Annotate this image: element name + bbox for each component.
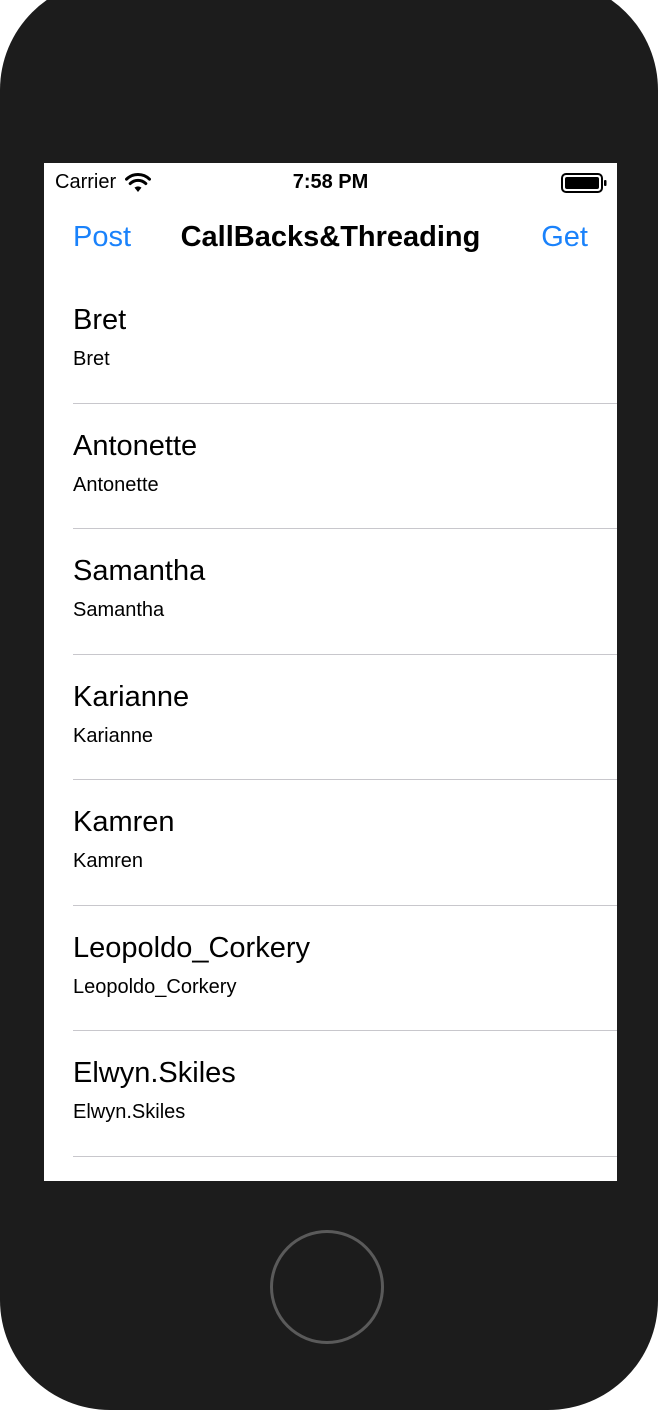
home-button[interactable] [270, 1230, 384, 1344]
row-subtitle: Leopoldo_Corkery [73, 975, 237, 998]
row-subtitle: Samantha [73, 599, 165, 621]
battery-icon [561, 173, 607, 193]
row-subtitle: Karianne [73, 724, 154, 747]
row-title: Elwyn.Skiles [73, 1057, 236, 1089]
row-title: Samantha [73, 555, 206, 587]
row-title: Leopoldo_Corkery [73, 931, 310, 964]
status-bar: Carrier 7:58 PM [44, 163, 617, 203]
table-row[interactable]: Leopoldo_Corkery Leopoldo_Corkery [44, 906, 617, 1032]
nav-title: CallBacks&Threading [180, 221, 481, 253]
table-row[interactable]: Samantha Samantha [44, 529, 617, 655]
status-time: 7:58 PM [292, 171, 369, 193]
navigation-bar: Post CallBacks&Threading Get [44, 203, 617, 278]
table-row[interactable]: Elwyn.Skiles Elwyn.Skiles [44, 1031, 617, 1157]
row-subtitle: Elwyn.Skiles [73, 1101, 186, 1123]
row-title: Antonette [73, 429, 198, 462]
row-subtitle: Bret [73, 348, 110, 370]
simulator-screen: Carrier 7:58 PM Post CallBacks&Threading… [44, 163, 617, 1181]
table-row[interactable]: Bret Bret [44, 278, 617, 404]
table-row[interactable]: Antonette Antonette [44, 404, 617, 530]
table-row[interactable]: Karianne Karianne [44, 655, 617, 781]
table-row[interactable]: Kamren Kamren [44, 780, 617, 906]
row-subtitle: Antonette [73, 473, 159, 496]
row-subtitle: Kamren [73, 850, 144, 872]
row-title: Karianne [73, 680, 190, 713]
row-title: Kamren [73, 806, 175, 838]
get-button[interactable]: Get [541, 221, 588, 254]
row-title: Bret [73, 304, 127, 336]
users-table: Bret Bret Antonette Antonette Samantha S… [44, 278, 617, 1157]
